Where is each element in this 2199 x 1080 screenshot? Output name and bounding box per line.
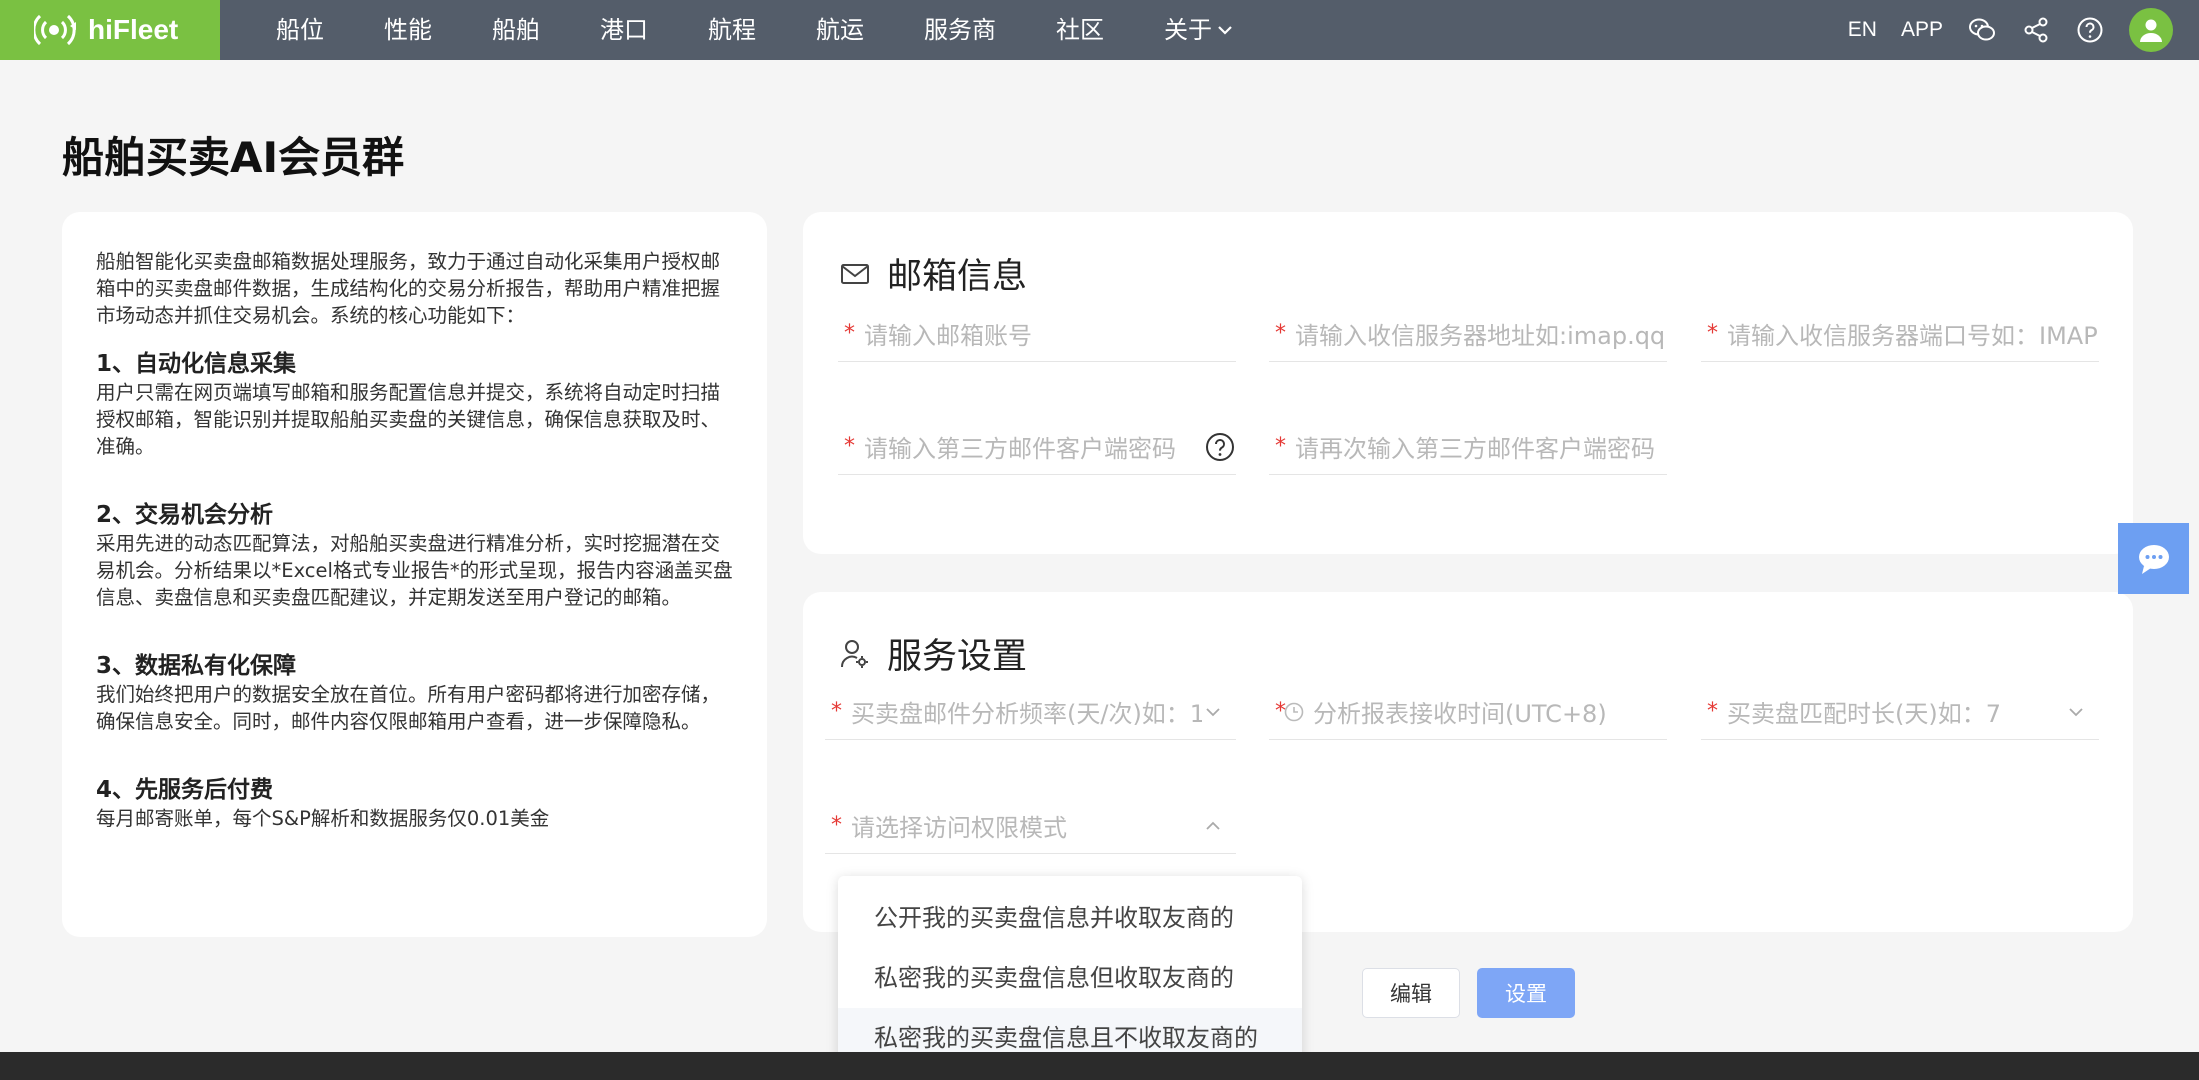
analysis-frequency-select[interactable]: * 买卖盘邮件分析频率(天/次)如：1 [825, 684, 1236, 740]
imap-port-input[interactable]: * 请输入收信服务器端口号如：IMAP 993 [1701, 306, 2099, 362]
client-password-input[interactable]: * 请输入第三方邮件客户端密码 [838, 419, 1236, 475]
nav-item-voyage[interactable]: 航程 [678, 0, 786, 60]
nav-item-ships[interactable]: 船舶 [462, 0, 570, 60]
access-mode-option-public[interactable]: 公开我的买卖盘信息并收取友商的 [838, 888, 1302, 948]
feature-title: 1、自动化信息采集 [96, 351, 297, 377]
brand-logo[interactable]: hiFleet [0, 0, 220, 60]
page-title: 船舶买卖AI会员群 [62, 133, 405, 182]
required-mark: * [1275, 434, 1286, 459]
nav-item-ports[interactable]: 港口 [570, 0, 678, 60]
access-mode-dropdown: 公开我的买卖盘信息并收取友商的 私密我的买卖盘信息但收取友商的 私密我的买卖盘信… [838, 876, 1302, 1076]
footer-bar [0, 1052, 2199, 1080]
brand-name: hiFleet [88, 14, 179, 45]
user-settings-icon [840, 639, 868, 668]
mail-icon [841, 263, 869, 284]
feature-title: 2、交易机会分析 [96, 502, 274, 528]
required-mark: * [831, 699, 842, 724]
language-switch[interactable]: EN [1848, 18, 1877, 42]
report-time-picker[interactable]: * 分析报表接收时间(UTC+8) [1269, 684, 1667, 740]
nav-item-service-providers[interactable]: 服务商 [894, 0, 1026, 60]
share-icon[interactable] [2021, 15, 2051, 45]
nav-item-about[interactable]: 关于 [1134, 0, 1264, 60]
set-button[interactable]: 设置 [1477, 968, 1575, 1018]
email-account-input[interactable]: * 请输入邮箱账号 [838, 306, 1236, 362]
required-mark: * [844, 434, 855, 459]
email-section-header: 邮箱信息 [839, 248, 1027, 299]
match-duration-select[interactable]: * 买卖盘匹配时长(天)如：7 [1701, 684, 2099, 740]
nav-item-shipping[interactable]: 航运 [786, 0, 894, 60]
nav-right: EN APP [1848, 0, 2199, 60]
hifleet-logo-icon [34, 14, 76, 46]
top-nav: hiFleet 船位 性能 船舶 港口 航程 航运 服务商 社区 关于 EN A… [0, 0, 2199, 60]
access-mode-select[interactable]: * 请选择访问权限模式 [825, 798, 1236, 854]
wechat-icon[interactable] [1967, 15, 1997, 45]
intro-text: 船舶智能化买卖盘邮箱数据处理服务，致力于通过自动化采集用户授权邮箱中的买卖盘邮件… [96, 250, 721, 327]
chat-float-button[interactable] [2118, 523, 2189, 594]
feature-body: 每月邮寄账单，每个S&P解析和数据服务仅0.01美金 [96, 807, 550, 830]
required-mark: * [1707, 699, 1718, 724]
user-avatar[interactable] [2129, 8, 2173, 52]
nav-item-ship-position[interactable]: 船位 [256, 0, 354, 60]
feature-title: 3、数据私有化保障 [96, 653, 297, 679]
nav-item-community[interactable]: 社区 [1026, 0, 1134, 60]
required-mark: * [844, 321, 855, 346]
app-link[interactable]: APP [1901, 18, 1943, 42]
service-section-title: 服务设置 [887, 637, 1028, 677]
feature-body: 我们始终把用户的数据安全放在首位。所有用户密码都将进行加密存储，确保信息安全。同… [96, 683, 721, 733]
feature-title: 4、先服务后付费 [96, 777, 274, 803]
chevron-down-icon [2069, 707, 2083, 716]
service-section-header: 服务设置 [839, 628, 1027, 679]
email-info-card: 邮箱信息 * 请输入邮箱账号 * 请输入收信服务器地址如:imap.qq.com… [803, 212, 2133, 554]
nav-item-performance[interactable]: 性能 [354, 0, 462, 60]
edit-button[interactable]: 编辑 [1362, 968, 1460, 1018]
chevron-up-icon [1206, 821, 1220, 830]
main-menu: 船位 性能 船舶 港口 航程 航运 服务商 社区 关于 [256, 0, 1264, 60]
required-mark: * [1275, 321, 1286, 346]
confirm-password-input[interactable]: * 请再次输入第三方邮件客户端密码 [1269, 419, 1667, 475]
required-mark: * [1707, 321, 1718, 346]
user-icon [2140, 19, 2162, 42]
help-icon[interactable] [2075, 15, 2105, 45]
email-section-title: 邮箱信息 [887, 257, 1028, 297]
feature-body: 采用先进的动态匹配算法，对船舶买卖盘进行精准分析，实时挖掘潜在交易机会。分析结果… [96, 532, 733, 609]
question-circle-icon[interactable] [1204, 431, 1236, 463]
chat-bubble-icon [2138, 544, 2169, 574]
chevron-down-icon [1218, 26, 1232, 35]
required-mark: * [831, 813, 842, 838]
feature-body: 用户只需在网页端填写邮箱和服务配置信息并提交，系统将自动定时扫描授权邮箱，智能识… [96, 381, 721, 458]
chevron-down-icon [1206, 707, 1220, 716]
required-mark: * [1275, 699, 1286, 724]
clock-icon [1284, 702, 1304, 721]
imap-server-input[interactable]: * 请输入收信服务器地址如:imap.qq.com [1269, 306, 1667, 362]
access-mode-option-private-receive[interactable]: 私密我的买卖盘信息但收取友商的 [838, 948, 1302, 1008]
intro-card: 船舶智能化买卖盘邮箱数据处理服务，致力于通过自动化采集用户授权邮箱中的买卖盘邮件… [62, 212, 767, 937]
